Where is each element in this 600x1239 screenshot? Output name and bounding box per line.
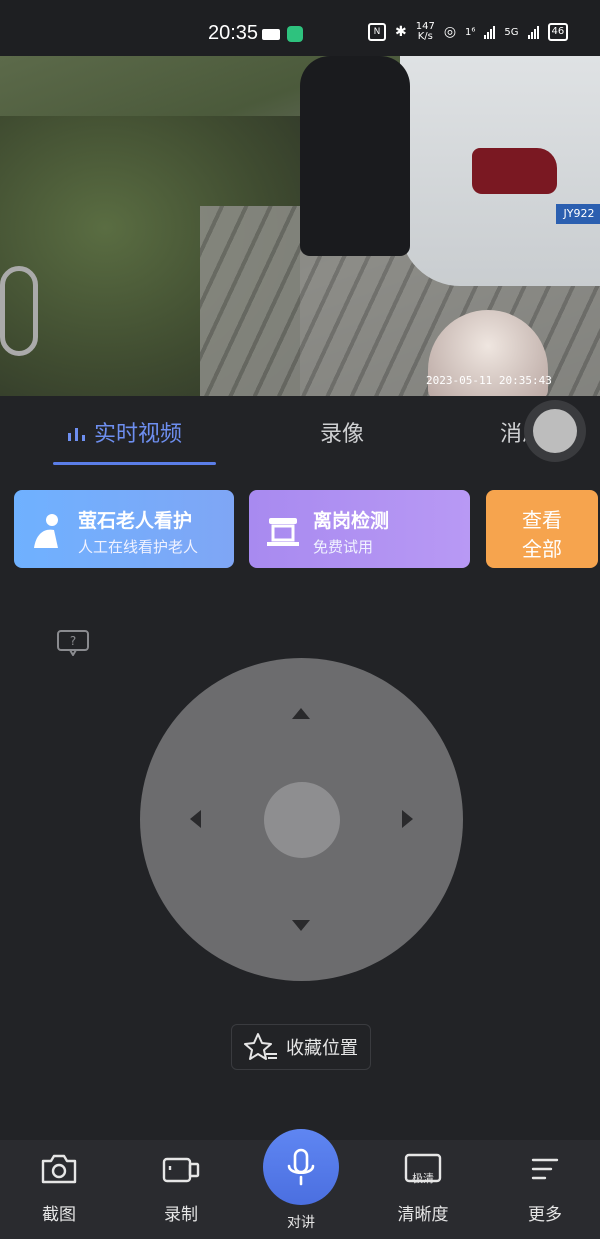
video-record-icon (162, 1157, 200, 1183)
video-timestamp: 2023-05-11 20:35:43 (426, 374, 552, 387)
screenshot-button[interactable]: 截图 (19, 1152, 99, 1225)
svg-text:?: ? (70, 634, 76, 648)
arrow-right-icon[interactable] (402, 810, 413, 828)
ptz-joystick[interactable] (140, 658, 463, 981)
battery-icon: 46 (547, 23, 569, 41)
arrow-down-icon[interactable] (292, 920, 310, 931)
more-label: 更多 (528, 1205, 562, 1224)
tab-recordings-label: 录像 (320, 421, 365, 446)
video-scene-scooter (0, 266, 38, 356)
status-right-icons: N ✱ 147 K/s ◎ 1⁶ 5G 46 (368, 21, 569, 42)
workstation-icon (267, 518, 299, 546)
talk-button[interactable] (263, 1129, 339, 1205)
microphone-icon (287, 1148, 315, 1186)
tab-live-video[interactable]: 实时视频 (66, 416, 182, 448)
bluetooth-icon: ✱ (395, 24, 407, 40)
elder-care-subtitle: 人工在线看护老人 (78, 539, 199, 556)
assist-ball-icon (533, 409, 577, 453)
tab-bar: 实时视频 录像 消息 (0, 396, 600, 466)
more-button[interactable]: 更多 (505, 1152, 585, 1225)
signal-label-1: 1⁶ (465, 26, 476, 38)
talk-label: 对讲 (287, 1214, 315, 1230)
signal-bars-icon-2 (527, 25, 539, 39)
quality-label: 清晰度 (397, 1205, 449, 1224)
hotspot-icon: ◎ (443, 24, 457, 40)
video-scene-taillight (472, 148, 557, 194)
camera-recording-icon (262, 28, 280, 40)
status-time: 20:35 (208, 22, 259, 44)
signal-label-2: 5G (504, 26, 519, 38)
camera-icon (41, 1154, 77, 1184)
quality-button[interactable]: 极清 清晰度 (383, 1152, 463, 1225)
nfc-icon: N (368, 23, 386, 41)
elder-person-icon (34, 514, 58, 548)
elder-care-title: 萤石老人看护 (78, 511, 193, 532)
network-speed: 147 K/s (415, 21, 435, 42)
star-list-icon (244, 1033, 277, 1060)
record-button[interactable]: 录制 (141, 1152, 221, 1225)
quality-badge: 极清 (412, 1172, 434, 1185)
save-position-label: 收藏位置 (286, 1038, 358, 1058)
screenshot-label: 截图 (42, 1205, 76, 1224)
record-label: 录制 (164, 1205, 198, 1224)
status-left-icons (262, 24, 303, 44)
save-position-button[interactable]: 收藏位置 (231, 1024, 371, 1070)
view-all-line1: 查看 (522, 510, 562, 532)
video-scene-plate: JY922 (556, 204, 600, 224)
menu-icon (531, 1158, 559, 1180)
live-video-feed[interactable]: JY922 2023-05-11 20:35:43 (0, 56, 600, 396)
absence-detection-card[interactable]: 离岗检测 免费试用 (249, 490, 470, 568)
video-scene-person (300, 56, 410, 256)
question-icon[interactable]: ? (57, 630, 89, 656)
joystick-handle[interactable] (264, 782, 340, 858)
tab-recordings[interactable]: 录像 (320, 416, 364, 448)
app-notification-icon (287, 26, 303, 42)
floating-assist-button[interactable] (524, 400, 586, 462)
elder-care-card[interactable]: 萤石老人看护 人工在线看护老人 (14, 490, 234, 568)
signal-bars-icon (68, 428, 85, 441)
signal-bars-icon (484, 25, 496, 39)
view-all-line2: 全部 (522, 539, 562, 561)
status-bar: 20:35 N ✱ 147 K/s ◎ 1⁶ 5G 46 (0, 0, 600, 56)
active-tab-indicator (53, 462, 216, 465)
arrow-up-icon[interactable] (292, 708, 310, 719)
tab-live-video-label: 实时视频 (94, 421, 183, 446)
absence-detection-subtitle: 免费试用 (313, 539, 374, 556)
absence-detection-title: 离岗检测 (313, 511, 390, 532)
arrow-left-icon[interactable] (190, 810, 201, 828)
view-all-card[interactable]: 查看 全部 (486, 490, 598, 568)
